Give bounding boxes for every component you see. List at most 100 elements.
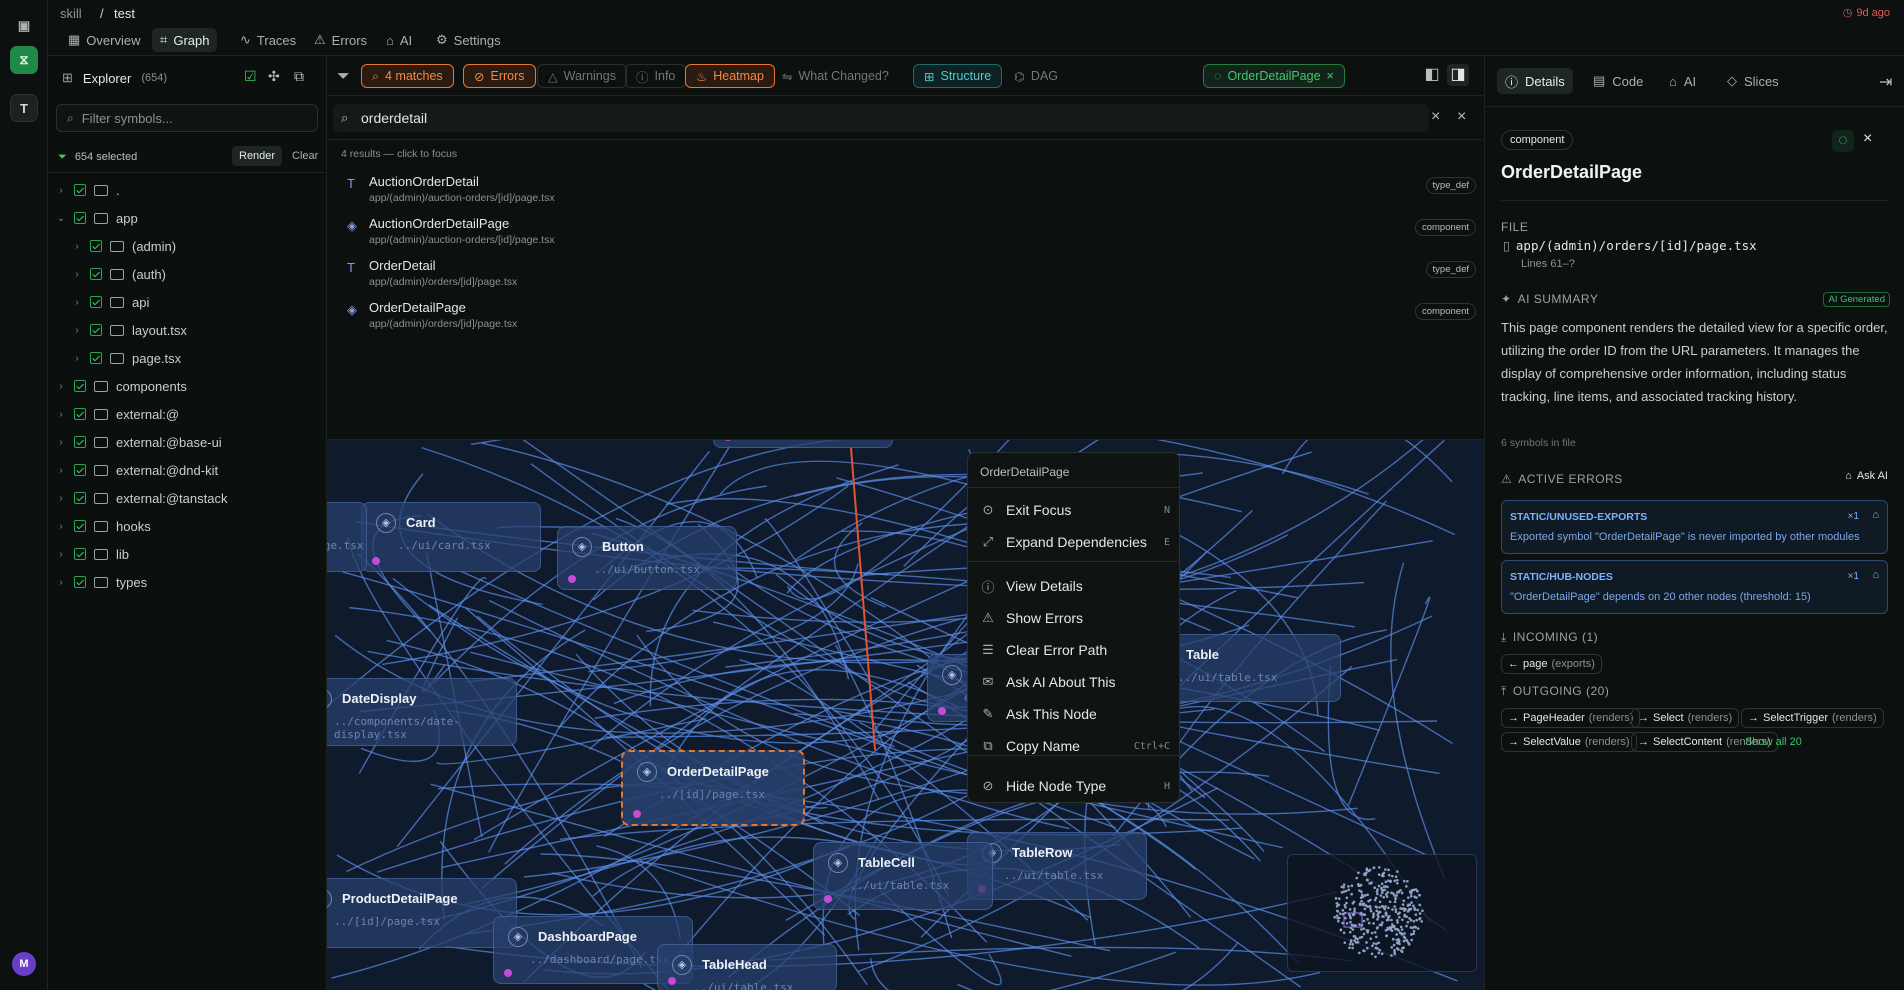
search-result[interactable]: T OrderDetail app/(admin)/orders/[id]/page… — [327, 252, 1484, 294]
checkbox[interactable] — [74, 548, 86, 560]
chevron-right-icon[interactable]: › — [54, 493, 68, 504]
chevron-right-icon[interactable]: › — [70, 241, 84, 252]
tab-graph[interactable]: ⌗ Graph — [152, 28, 218, 52]
tab-slices[interactable]: ◇ Slices — [1719, 68, 1787, 94]
close-icon[interactable]: × — [1327, 69, 1334, 83]
checkbox[interactable] — [90, 324, 102, 336]
chevron-right-icon[interactable]: › — [54, 437, 68, 448]
checkbox[interactable] — [74, 380, 86, 392]
graph-node[interactable]: ◈eus-badge.tsx — [327, 502, 367, 572]
search-result[interactable]: ◈ AuctionOrderDetailPage app/(admin)/aucti… — [327, 210, 1484, 252]
chevron-right-icon[interactable]: › — [54, 381, 68, 392]
chevron-right-icon[interactable]: › — [70, 325, 84, 336]
focus-chip[interactable]: ◌ OrderDetailPage × — [1203, 64, 1345, 88]
checkbox[interactable] — [90, 296, 102, 308]
tree-item[interactable]: › hooks — [48, 514, 327, 538]
checkbox[interactable] — [90, 352, 102, 364]
file-path[interactable]: ▯ app/(admin)/orders/[id]/page.tsx — [1503, 238, 1757, 253]
errors-filter-chip[interactable]: ⊘ Errors — [463, 64, 536, 88]
checkbox[interactable] — [74, 520, 86, 532]
tree-item[interactable]: › page.tsx — [48, 346, 327, 370]
chevron-right-icon[interactable]: › — [54, 185, 68, 196]
context-menu-item[interactable]: ⓘ View Details — [980, 573, 1170, 599]
checkbox[interactable] — [74, 436, 86, 448]
tree-item[interactable]: › external:@dnd-kit — [48, 458, 327, 482]
filter-icon[interactable]: ⏷ — [337, 68, 350, 86]
show-all-link[interactable]: Show all 20 — [1745, 736, 1802, 748]
graph-node[interactable]: ◈ OrderDetailPage ../[id]/page.tsx — [621, 750, 805, 826]
filter-symbols-field[interactable]: ⌕ Filter symbols... — [56, 104, 318, 132]
ask-ai-icon[interactable]: ⌂ — [1872, 569, 1879, 581]
graph-node[interactable]: ◈ DateDisplay ../components/date-display.t… — [327, 678, 517, 746]
hierarchy-icon[interactable]: ⧉ — [294, 68, 304, 85]
graph-node[interactable]: ◈TableRow../ui/table.tsx — [967, 832, 1147, 900]
graph-canvas[interactable]: ◈AuctionDetailPage../[id]/page.tsx◈Card.… — [327, 56, 1484, 990]
context-menu-item[interactable]: ⤢ Expand Dependencies E — [980, 529, 1170, 555]
checkbox[interactable] — [90, 268, 102, 280]
layout-left-icon[interactable]: ◧ — [1421, 64, 1443, 86]
graph-logo-icon[interactable]: ⧖ — [10, 46, 38, 74]
clear-search-icon[interactable]: × — [1431, 108, 1440, 126]
tree-item[interactable]: › layout.tsx — [48, 318, 327, 342]
chevron-right-icon[interactable]: › — [54, 409, 68, 420]
outgoing-dependency[interactable]: → PageHeader (renders) — [1501, 708, 1641, 728]
close-search-icon[interactable]: × — [1457, 108, 1466, 126]
graph-node[interactable]: ◈ Card ../ui/card.tsx — [361, 502, 541, 572]
graph-node[interactable]: ◈ ProductDetailPage ../[id]/page.tsx — [327, 878, 517, 948]
context-menu-item[interactable]: ⊘ Hide Node Type H — [980, 773, 1170, 799]
ask-ai-button[interactable]: ⌂ Ask AI — [1845, 470, 1888, 482]
error-card[interactable]: STATIC/UNUSED-EXPORTS Exported symbol "Or… — [1501, 500, 1888, 554]
checkbox[interactable] — [74, 464, 86, 476]
layout-icon[interactable]: ✣ — [268, 68, 280, 85]
chevron-right-icon[interactable]: › — [70, 353, 84, 364]
tree-item[interactable]: › external:@ — [48, 402, 327, 426]
minimap[interactable] — [1287, 854, 1477, 972]
tree-item[interactable]: › external:@tanstack — [48, 486, 327, 510]
checkbox[interactable] — [74, 212, 86, 224]
select-all-icon[interactable]: ☑ — [244, 68, 257, 85]
breadcrumb-org[interactable]: skill — [60, 6, 82, 21]
context-menu-item[interactable]: ✉ Ask AI About This — [980, 669, 1170, 695]
matches-chip[interactable]: ⌕ 4 matches — [361, 64, 454, 88]
tab-code[interactable]: ▤ Code — [1585, 68, 1651, 94]
collapse-panel-icon[interactable]: ⇥ — [1879, 72, 1892, 92]
chevron-right-icon[interactable]: › — [54, 521, 68, 532]
tree-item[interactable]: › external:@base-ui — [48, 430, 327, 454]
tab-traces[interactable]: ∿ Traces — [232, 28, 304, 52]
close-icon[interactable]: × — [1863, 130, 1872, 148]
tree-item[interactable]: › components — [48, 374, 327, 398]
tab-errors[interactable]: ⚠ Errors — [306, 28, 375, 52]
info-filter-chip[interactable]: ⓘ Info — [625, 64, 687, 88]
tree-item[interactable]: › (auth) — [48, 262, 327, 286]
context-menu-item[interactable]: ☰ Clear Error Path — [980, 637, 1170, 663]
graph-search-input[interactable]: ⌕ orderdetail — [333, 104, 1429, 132]
focus-node-icon[interactable]: ◌ — [1832, 130, 1854, 152]
checkbox[interactable] — [74, 184, 86, 196]
error-card[interactable]: STATIC/HUB-NODES "OrderDetailPage" depend… — [1501, 560, 1888, 614]
toggle-sidebar-icon[interactable]: ▣ — [10, 12, 38, 40]
tree-item[interactable]: ⌄ app — [48, 206, 327, 230]
warnings-filter-chip[interactable]: △ Warnings — [537, 64, 627, 88]
context-menu-item[interactable]: ✎ Ask This Node — [980, 701, 1170, 727]
incoming-dependency[interactable]: ← page (exports) — [1501, 654, 1602, 674]
tab-overview[interactable]: ▦ Overview — [60, 28, 148, 52]
chevron-down-icon[interactable]: ⌄ — [54, 213, 68, 224]
search-result[interactable]: ◈ OrderDetailPage app/(admin)/orders/[id]/… — [327, 294, 1484, 336]
search-result[interactable]: T AuctionOrderDetail app/(admin)/auction-o… — [327, 168, 1484, 210]
breadcrumb-project[interactable]: test — [114, 6, 135, 21]
context-menu-item[interactable]: ⊙ Exit Focus N — [980, 497, 1170, 523]
tab-details[interactable]: ⓘ Details — [1497, 68, 1573, 94]
layout-right-icon[interactable]: ◨ — [1447, 64, 1469, 86]
tree-item[interactable]: › api — [48, 290, 327, 314]
tree-item[interactable]: › types — [48, 570, 327, 594]
chevron-right-icon[interactable]: › — [54, 549, 68, 560]
workspace-avatar[interactable]: T — [10, 94, 38, 122]
checkbox[interactable] — [74, 408, 86, 420]
chevron-right-icon[interactable]: › — [54, 465, 68, 476]
tree-item[interactable]: › (admin) — [48, 234, 327, 258]
context-menu-item[interactable]: ⚠ Show Errors — [980, 605, 1170, 631]
chevron-right-icon[interactable]: › — [54, 577, 68, 588]
checkbox[interactable] — [90, 240, 102, 252]
clear-button[interactable]: Clear — [292, 146, 318, 166]
ask-ai-icon[interactable]: ⌂ — [1872, 509, 1879, 521]
